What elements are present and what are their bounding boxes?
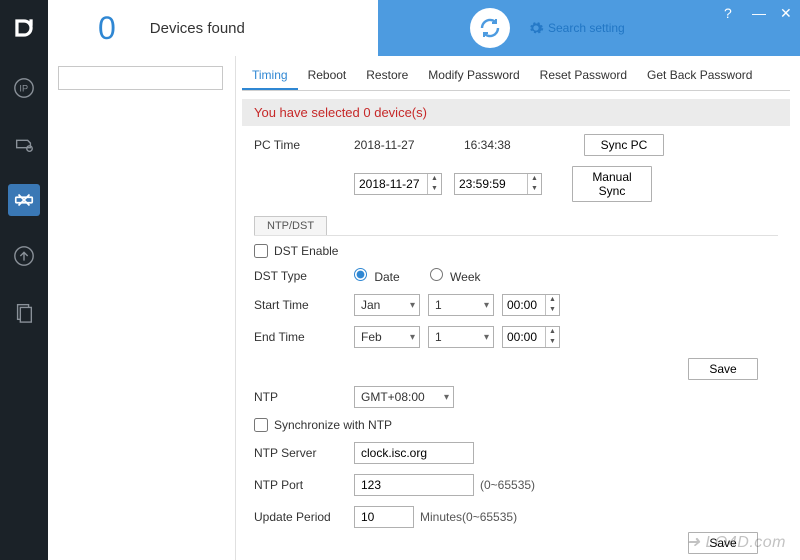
sync-pc-button[interactable]: Sync PC [584, 134, 664, 156]
sidebar-item-device[interactable] [8, 128, 40, 160]
end-day-select[interactable]: 1 [428, 326, 494, 348]
manual-sync-button[interactable]: Manual Sync [572, 166, 652, 202]
manual-date-input[interactable]: ▲▼ [354, 173, 442, 195]
content: Timing Reboot Restore Modify Password Re… [48, 56, 800, 560]
ntp-timezone-select[interactable]: GMT+08:00 [354, 386, 454, 408]
title-bar-right: Search setting ? — ✕ [378, 0, 800, 56]
ntp-label: NTP [254, 390, 354, 404]
end-time-label: End Time [254, 330, 354, 344]
close-icon[interactable]: ✕ [780, 6, 794, 20]
manual-time-input[interactable]: ▲▼ [454, 173, 542, 195]
manual-time-value[interactable] [455, 177, 527, 191]
dst-type-week-option[interactable]: Week [430, 268, 481, 284]
down-arrow-icon[interactable]: ▼ [428, 184, 441, 194]
search-setting-label: Search setting [548, 21, 625, 35]
svg-text:IP: IP [19, 84, 28, 94]
timing-form: PC Time 2018-11-27 16:34:38 Sync PC ▲▼ ▲… [242, 126, 790, 554]
tab-restore[interactable]: Restore [356, 62, 418, 90]
sidebar: IP [0, 56, 48, 560]
end-month-select[interactable]: Feb [354, 326, 420, 348]
ntp-sync-label: Synchronize with NTP [274, 418, 392, 432]
up-arrow-icon[interactable]: ▲ [428, 174, 441, 184]
title-bar-left: 0 Devices found [48, 0, 378, 56]
tab-reboot[interactable]: Reboot [298, 62, 357, 90]
help-icon[interactable]: ? [724, 6, 738, 20]
sidebar-item-docs[interactable] [8, 296, 40, 328]
ntp-port-input[interactable] [354, 474, 474, 496]
ntp-save-button[interactable]: Save [688, 532, 758, 554]
down-arrow-icon[interactable]: ▼ [528, 184, 541, 194]
dst-enable-checkbox[interactable] [254, 244, 268, 258]
device-count-label: Devices found [150, 20, 245, 37]
ntp-port-label: NTP Port [254, 478, 354, 492]
tab-reset-password[interactable]: Reset Password [530, 62, 637, 90]
app-body: IP Timing Reboot Rest [0, 56, 800, 560]
end-time-input[interactable]: ▲▼ [502, 326, 560, 348]
ntp-server-input[interactable] [354, 442, 474, 464]
update-period-label: Update Period [254, 510, 354, 524]
dst-type-date-option[interactable]: Date [354, 268, 400, 284]
manual-date-value[interactable] [355, 177, 427, 191]
start-time-input[interactable]: ▲▼ [502, 294, 560, 316]
ntp-server-label: NTP Server [254, 446, 354, 460]
pc-time-label: PC Time [254, 138, 354, 152]
main-panel: Timing Reboot Restore Modify Password Re… [236, 56, 800, 560]
device-list-panel [48, 56, 236, 560]
pc-time-date: 2018-11-27 [354, 138, 464, 152]
gear-icon [528, 20, 544, 36]
sidebar-item-upload[interactable] [8, 240, 40, 272]
search-setting-link[interactable]: Search setting [528, 20, 625, 36]
update-period-input[interactable] [354, 506, 414, 528]
dst-enable-row: DST Enable [254, 244, 778, 258]
tab-get-back-password[interactable]: Get Back Password [637, 62, 762, 90]
app-logo [0, 0, 48, 56]
refresh-button[interactable] [470, 8, 510, 48]
pc-time-time: 16:34:38 [464, 138, 584, 152]
sidebar-item-ip[interactable]: IP [8, 72, 40, 104]
tab-modify-password[interactable]: Modify Password [418, 62, 529, 90]
update-period-hint: Minutes(0~65535) [420, 510, 517, 524]
tab-timing[interactable]: Timing [242, 62, 298, 90]
start-day-select[interactable]: 1 [428, 294, 494, 316]
window-controls: ? — ✕ [724, 6, 794, 20]
start-month-select[interactable]: Jan [354, 294, 420, 316]
sidebar-item-tools[interactable] [8, 184, 40, 216]
device-count: 0 [98, 10, 116, 47]
config-tabs: Timing Reboot Restore Modify Password Re… [242, 62, 790, 91]
minimize-icon[interactable]: — [752, 6, 766, 20]
dst-type-week-radio[interactable] [430, 268, 443, 281]
dst-type-label: DST Type [254, 269, 354, 283]
ntp-port-hint: (0~65535) [480, 478, 535, 492]
ntp-sync-checkbox[interactable] [254, 418, 268, 432]
ntp-dst-section-tab[interactable]: NTP/DST [254, 216, 327, 235]
device-search-input[interactable] [58, 66, 223, 90]
start-time-label: Start Time [254, 298, 354, 312]
dst-enable-label: DST Enable [274, 244, 338, 258]
up-arrow-icon[interactable]: ▲ [528, 174, 541, 184]
selection-banner: You have selected 0 device(s) [242, 99, 790, 126]
dst-type-date-radio[interactable] [354, 268, 367, 281]
dst-save-button[interactable]: Save [688, 358, 758, 380]
title-bar: 0 Devices found Search setting ? — ✕ [0, 0, 800, 56]
